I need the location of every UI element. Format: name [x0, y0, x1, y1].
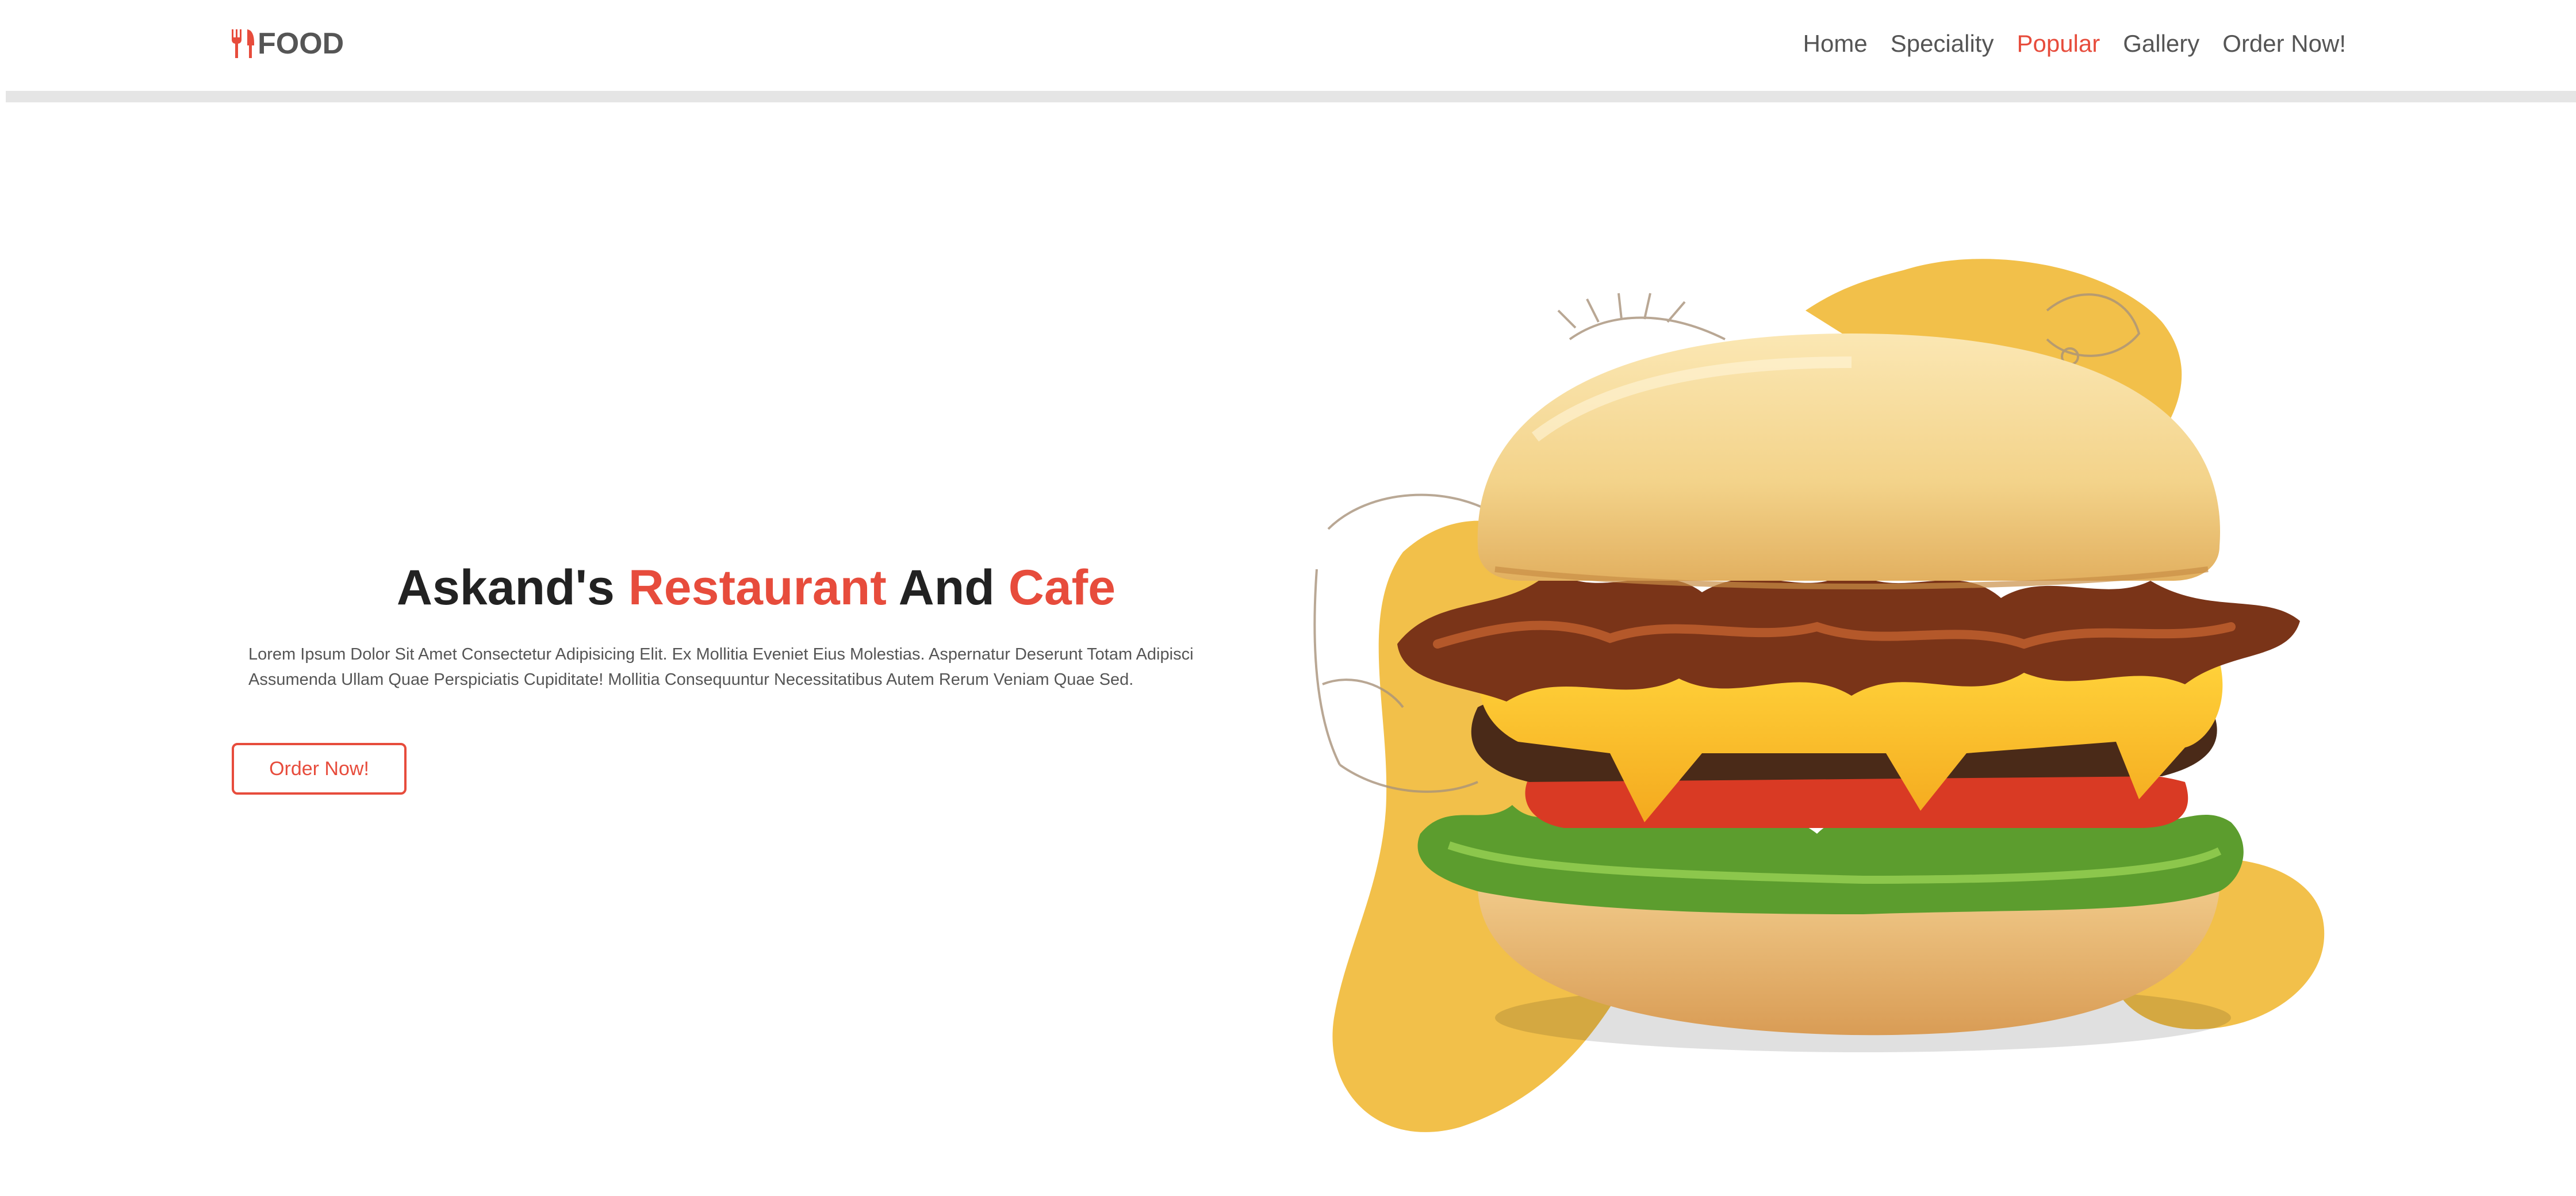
title-part-4: Cafe: [1008, 560, 1116, 615]
nav-home[interactable]: Home: [1803, 30, 1868, 57]
hero-title: Askand's Restaurant And Cafe: [230, 561, 1282, 615]
nav-gallery[interactable]: Gallery: [2123, 30, 2199, 57]
title-part-3: And: [898, 560, 995, 615]
logo[interactable]: FOOD: [230, 26, 344, 61]
hero-image: [1288, 247, 2369, 1144]
burger-icon: [1313, 259, 2325, 1132]
nav-speciality[interactable]: Speciality: [1891, 30, 1994, 57]
header-divider: [6, 91, 2576, 102]
hero-description: Lorem Ipsum Dolor Sit Amet Consectetur A…: [248, 645, 1194, 689]
logo-text: FOOD: [258, 27, 344, 60]
nav-order-now[interactable]: Order Now!: [2222, 30, 2346, 57]
nav-popular[interactable]: Popular: [2017, 30, 2100, 57]
title-part-2: Restaurant: [628, 560, 887, 615]
order-now-button[interactable]: Order Now!: [232, 743, 407, 795]
utensils-icon: [232, 29, 254, 58]
site-header: FOOD Home Speciality Popular Gallery Ord…: [0, 0, 2576, 89]
title-part-1: Askand's: [396, 560, 615, 615]
main-nav: Home Speciality Popular Gallery Order No…: [1803, 26, 2346, 61]
